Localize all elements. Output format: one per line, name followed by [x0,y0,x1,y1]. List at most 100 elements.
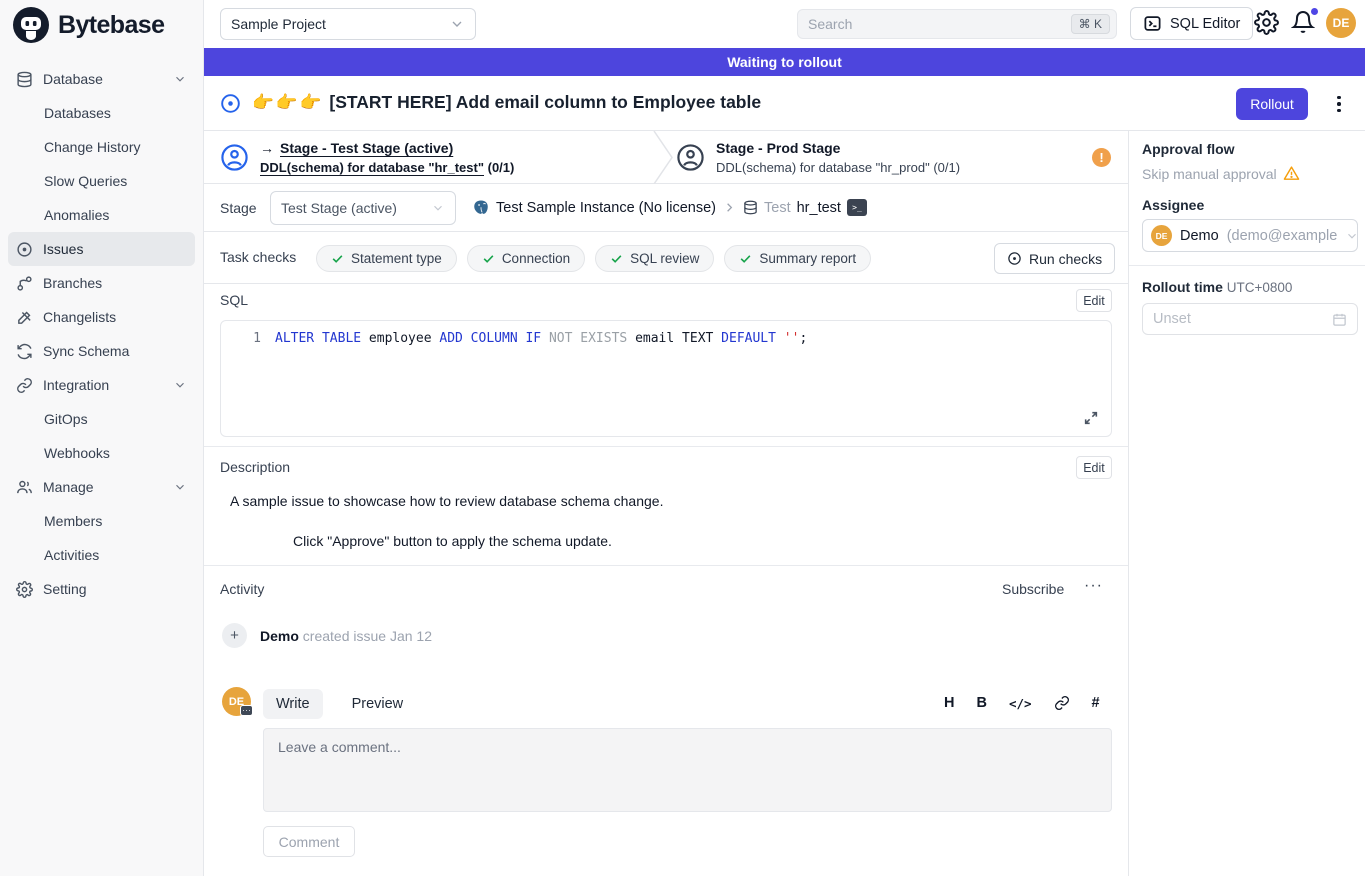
activity-entry: Demo created issue Jan 12 [260,628,432,644]
sidebar-item-issues[interactable]: Issues [8,232,195,266]
sidebar-item-anomalies[interactable]: Anomalies [8,198,195,232]
approval-flow-label: Approval flow [1142,141,1235,157]
git-branch-icon [16,275,33,292]
sql-edit-button[interactable]: Edit [1076,289,1112,312]
check-icon [482,252,495,265]
warning-triangle-icon [1283,165,1300,182]
sidebar-item-databases[interactable]: Databases [8,96,195,130]
sidebar-item-integration[interactable]: Integration [8,368,195,402]
divider [204,565,1128,566]
assignee-select[interactable]: DE Demo (demo@example [1142,219,1358,252]
bytebase-logo[interactable]: Bytebase [0,0,203,50]
stage-selector-row: Stage Test Stage (active) Test Sample In… [204,184,1128,232]
run-checks-button[interactable]: Run checks [994,243,1115,274]
sidebar-item-setting[interactable]: Setting [8,572,195,606]
task-check-pills: Statement type Connection SQL review Sum… [316,245,871,272]
tab-write[interactable]: Write [263,689,323,719]
comment-button[interactable]: Comment [263,826,355,857]
instance-name[interactable]: Test Sample Instance (No license) [496,200,716,216]
description-edit-button[interactable]: Edit [1076,456,1112,479]
stage-pipeline: →Stage - Test Stage (active) DDL(schema)… [204,131,1128,184]
notification-bell-icon[interactable] [1291,10,1317,36]
heading-icon[interactable]: H [944,695,954,711]
sidebar-item-slow-queries[interactable]: Slow Queries [8,164,195,198]
users-icon [16,479,33,496]
check-summary-report[interactable]: Summary report [724,245,871,272]
sql-statement: 1ALTER TABLE employee ADD COLUMN IF NOT … [221,331,807,346]
rollout-button[interactable]: Rollout [1236,88,1308,120]
sidebar-item-database[interactable]: Database [8,62,195,96]
bytebase-logo-icon [12,6,50,44]
expand-icon[interactable] [1083,410,1099,426]
sidebar-item-sync-schema[interactable]: Sync Schema [8,334,195,368]
stage-select[interactable]: Test Stage (active) [270,191,456,225]
settings-gear-icon[interactable] [1254,10,1280,36]
sql-editor-button[interactable]: SQL Editor [1130,7,1253,40]
stage-warning-icon: ! [1092,148,1111,167]
side-panel: Approval flow Skip manual approval Assig… [1128,131,1365,876]
comment-bubble-badge-icon [240,705,253,716]
subscribe-button[interactable]: Subscribe [1002,581,1064,597]
code-icon[interactable]: </> [1009,696,1032,711]
stage-assignee-icon-prod [676,143,705,172]
chevron-right-icon [722,200,737,215]
open-sql-editor-icon[interactable]: >_ [847,199,867,216]
timezone-label: UTC+0800 [1227,280,1293,295]
stage-card-prod[interactable]: Stage - Prod Stage DDL(schema) for datab… [716,138,960,178]
sidebar-item-webhooks[interactable]: Webhooks [8,436,195,470]
sql-editor[interactable]: 1ALTER TABLE employee ADD COLUMN IF NOT … [220,320,1112,437]
user-avatar[interactable]: DE [1326,8,1356,38]
chevron-down-icon [173,378,187,392]
stage-separator [652,131,676,184]
sidebar-item-activities[interactable]: Activities [8,538,195,572]
sidebar: Bytebase Database Databases Change Histo… [0,0,204,876]
assignee-label: Assignee [1142,197,1204,213]
topbar: Sample Project ⌘ K SQL Editor DE [204,0,1365,48]
tab-preview[interactable]: Preview [339,689,417,719]
rollout-time-input[interactable]: Unset [1142,303,1358,335]
check-statement-type[interactable]: Statement type [316,245,457,272]
divider [1129,265,1365,266]
check-icon [739,252,752,265]
search-box[interactable]: ⌘ K [797,9,1117,39]
check-connection[interactable]: Connection [467,245,585,272]
description-line1: A sample issue to showcase how to review… [230,493,663,509]
approval-flow-value: Skip manual approval [1142,165,1300,182]
more-options-kebab-icon[interactable] [1330,90,1348,118]
changelist-icon [16,309,33,326]
assignee-avatar: DE [1151,225,1172,246]
project-select[interactable]: Sample Project [220,8,476,40]
sidebar-item-manage[interactable]: Manage [8,470,195,504]
chevron-down-icon [1345,229,1358,243]
line-number: 1 [221,331,261,346]
database-breadcrumb: Test Sample Instance (No license) Test h… [472,199,867,217]
issue-header: 👉👉👉[START HERE] Add email column to Empl… [204,76,1365,131]
issue-status-icon [220,93,241,114]
hash-icon[interactable]: # [1092,695,1100,711]
pointing-emoji: 👉👉👉 [252,92,323,112]
sidebar-item-branches[interactable]: Branches [8,266,195,300]
check-sql-review[interactable]: SQL review [595,245,714,272]
activity-plus-icon: + [222,623,247,648]
sidebar-item-change-history[interactable]: Change History [8,130,195,164]
stage-card-test[interactable]: →Stage - Test Stage (active) DDL(schema)… [260,138,514,178]
activity-label: Activity [220,581,264,597]
sidebar-item-changelists[interactable]: Changelists [8,300,195,334]
link-icon [16,377,33,394]
brand-name: Bytebase [58,11,164,40]
active-stage-arrow: → [260,140,274,156]
circle-dot-icon [16,241,33,258]
sidebar-item-members[interactable]: Members [8,504,195,538]
sidebar-item-gitops[interactable]: GitOps [8,402,195,436]
comment-input[interactable] [263,728,1112,812]
link-icon[interactable] [1054,695,1070,711]
sidebar-nav: Database Databases Change History Slow Q… [0,50,203,606]
check-icon [331,252,344,265]
database-icon [16,71,33,88]
divider [204,446,1128,447]
status-banner: Waiting to rollout [204,48,1365,76]
activity-more-icon[interactable]: ··· [1084,577,1103,595]
database-name[interactable]: hr_test [797,200,841,216]
search-input[interactable] [808,16,1071,32]
bold-icon[interactable]: B [976,695,986,711]
